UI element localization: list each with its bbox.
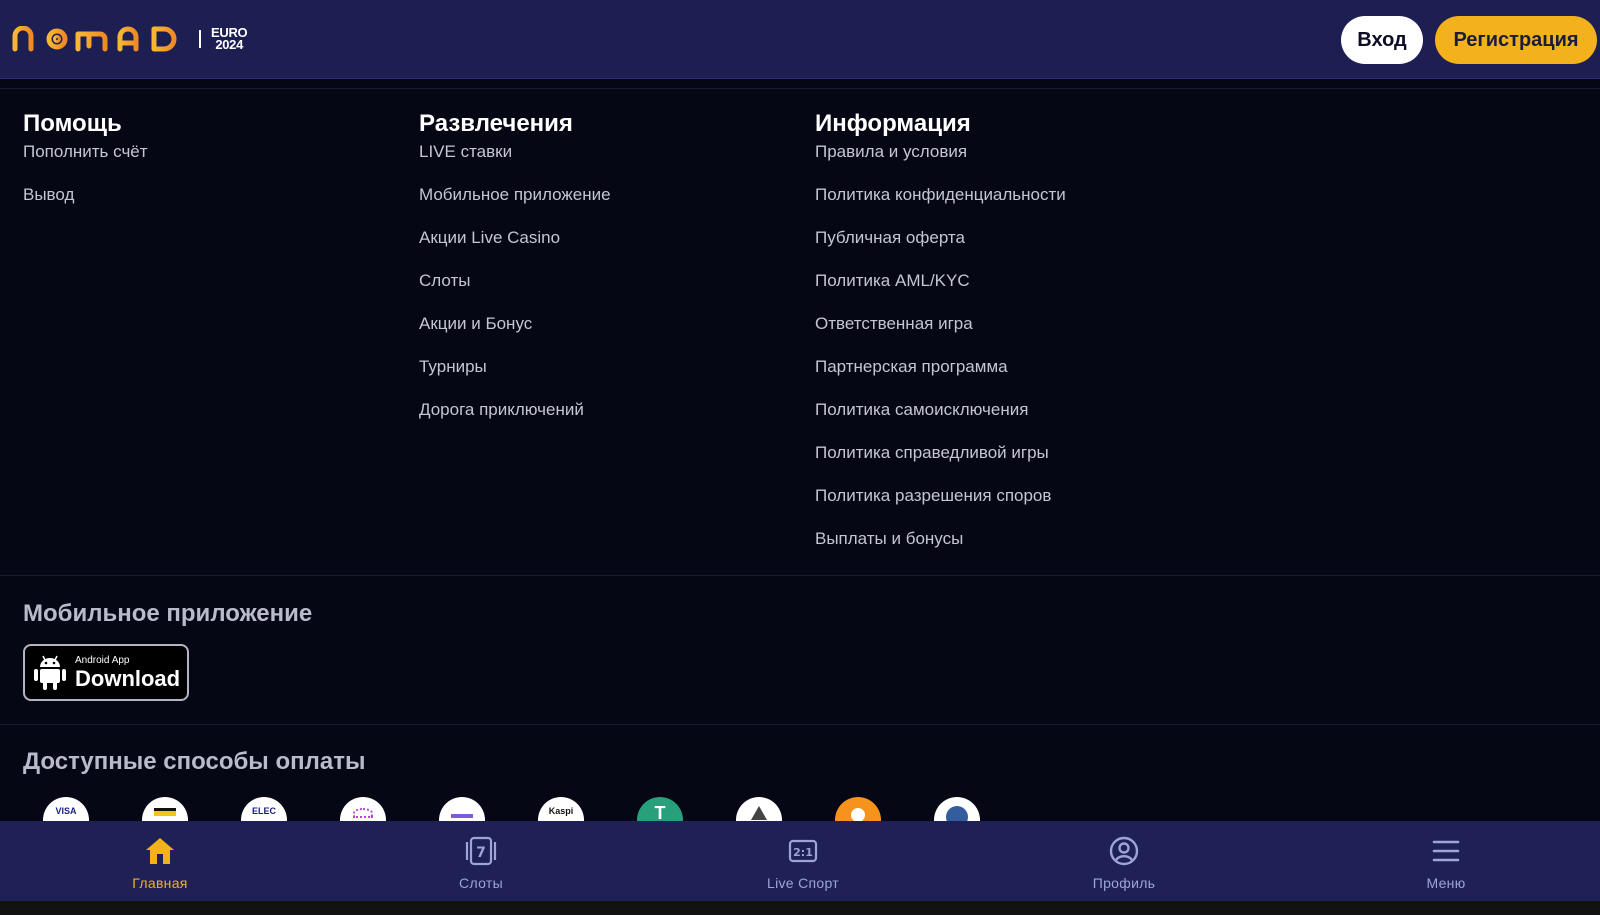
link-list: Правила и условия Политика конфиденциаль… bbox=[815, 130, 1066, 560]
footer-link-mobile-app[interactable]: Мобильное приложение bbox=[419, 173, 611, 216]
svg-text:7: 7 bbox=[476, 845, 486, 861]
footer-column-information: Информация Правила и условия Политика ко… bbox=[815, 110, 1066, 560]
nav-menu-label: Меню bbox=[1426, 875, 1466, 891]
android-button-small: Android App bbox=[75, 654, 130, 666]
footer-link-promos-bonus[interactable]: Акции и Бонус bbox=[419, 302, 611, 345]
payments-title: Доступные способы оплаты bbox=[23, 748, 366, 775]
top-header: EURO 2024 Вход Регистрация bbox=[0, 0, 1600, 79]
bottom-system-strip bbox=[0, 901, 1600, 915]
nav-menu[interactable]: Меню bbox=[1366, 821, 1526, 901]
footer-link-disputes[interactable]: Политика разрешения споров bbox=[815, 474, 1066, 517]
footer-link-affiliate[interactable]: Партнерская программа bbox=[815, 345, 1066, 388]
footer-link-slots[interactable]: Слоты bbox=[419, 259, 611, 302]
footer-link-responsible-gaming[interactable]: Ответственная игра bbox=[815, 302, 1066, 345]
nav-home[interactable]: Главная bbox=[80, 821, 240, 901]
nav-slots-label: Слоты bbox=[459, 875, 503, 891]
footer-link-tournaments[interactable]: Турниры bbox=[419, 345, 611, 388]
slots-icon: 7 bbox=[464, 835, 498, 867]
footer-link-fair-play[interactable]: Политика справедливой игры bbox=[815, 431, 1066, 474]
visa-icon: VISA bbox=[43, 797, 89, 821]
home-icon bbox=[144, 835, 176, 867]
tether-icon: T bbox=[637, 797, 683, 821]
nomad-wordmark bbox=[12, 26, 177, 52]
footer-column-entertainment: Развлечения LIVE ставки Мобильное прилож… bbox=[419, 110, 611, 431]
footer-link-self-exclusion[interactable]: Политика самоисключения bbox=[815, 388, 1066, 431]
android-download-button[interactable]: Android App Download bbox=[23, 644, 189, 701]
footer-link-terms[interactable]: Правила и условия bbox=[815, 130, 1066, 173]
ethereum-icon bbox=[736, 797, 782, 821]
nav-home-label: Главная bbox=[132, 875, 188, 891]
profile-icon bbox=[1108, 835, 1140, 867]
footer-link-adventure-road[interactable]: Дорога приключений bbox=[419, 388, 611, 431]
payment-methods-row: VISA ELEC Kaspi T bbox=[43, 797, 1043, 821]
svg-text:2:1: 2:1 bbox=[793, 846, 813, 859]
nav-profile[interactable]: Профиль bbox=[1044, 821, 1204, 901]
footer-link-payouts-bonuses[interactable]: Выплаты и бонусы bbox=[815, 517, 1066, 560]
wallet-icon bbox=[340, 797, 386, 821]
register-button[interactable]: Регистрация bbox=[1435, 16, 1597, 64]
live-sport-icon: 2:1 bbox=[788, 835, 818, 867]
card-icon bbox=[142, 797, 188, 821]
android-button-text: Android App Download bbox=[75, 655, 180, 691]
section-divider bbox=[0, 575, 1600, 576]
section-divider bbox=[0, 724, 1600, 725]
footer-link-withdraw[interactable]: Вывод bbox=[23, 173, 148, 216]
android-button-big: Download bbox=[75, 665, 181, 691]
link-list: LIVE ставки Мобильное приложение Акции L… bbox=[419, 130, 611, 431]
footer-link-deposit[interactable]: Пополнить счёт bbox=[23, 130, 148, 173]
kaspi-icon: Kaspi bbox=[538, 797, 584, 821]
elecard-icon: ELEC bbox=[241, 797, 287, 821]
footer-link-aml-kyc[interactable]: Политика AML/KYC bbox=[815, 259, 1066, 302]
nav-profile-label: Профиль bbox=[1092, 875, 1156, 891]
bank-icon bbox=[439, 797, 485, 821]
bitcoin-icon bbox=[835, 797, 881, 821]
android-icon bbox=[34, 655, 66, 690]
nav-live-sport[interactable]: 2:1 Live Спорт bbox=[723, 821, 883, 901]
footer-link-privacy[interactable]: Политика конфиденциальности bbox=[815, 173, 1066, 216]
euro-2024-badge: EURO 2024 bbox=[211, 26, 248, 52]
nav-live-sport-label: Live Спорт bbox=[767, 875, 839, 891]
footer-link-public-offer[interactable]: Публичная оферта bbox=[815, 216, 1066, 259]
euro-badge-line2: 2024 bbox=[215, 37, 244, 52]
menu-icon bbox=[1431, 835, 1461, 867]
nav-slots[interactable]: 7 Слоты bbox=[401, 821, 561, 901]
nomad-logo[interactable]: EURO 2024 bbox=[12, 22, 248, 56]
mobile-app-title: Мобильное приложение bbox=[23, 600, 313, 627]
footer-column-help: Помощь Пополнить счёт Вывод bbox=[23, 110, 148, 216]
link-list: Пополнить счёт Вывод bbox=[23, 130, 148, 216]
login-button[interactable]: Вход bbox=[1341, 16, 1423, 64]
header-divider bbox=[0, 88, 1600, 89]
footer-link-live-casino-promos[interactable]: Акции Live Casino bbox=[419, 216, 611, 259]
logo-separator bbox=[199, 30, 201, 48]
litecoin-icon bbox=[934, 797, 980, 821]
bottom-navigation: Главная 7 Слоты 2:1 Live Спорт Профиль М… bbox=[0, 821, 1600, 901]
